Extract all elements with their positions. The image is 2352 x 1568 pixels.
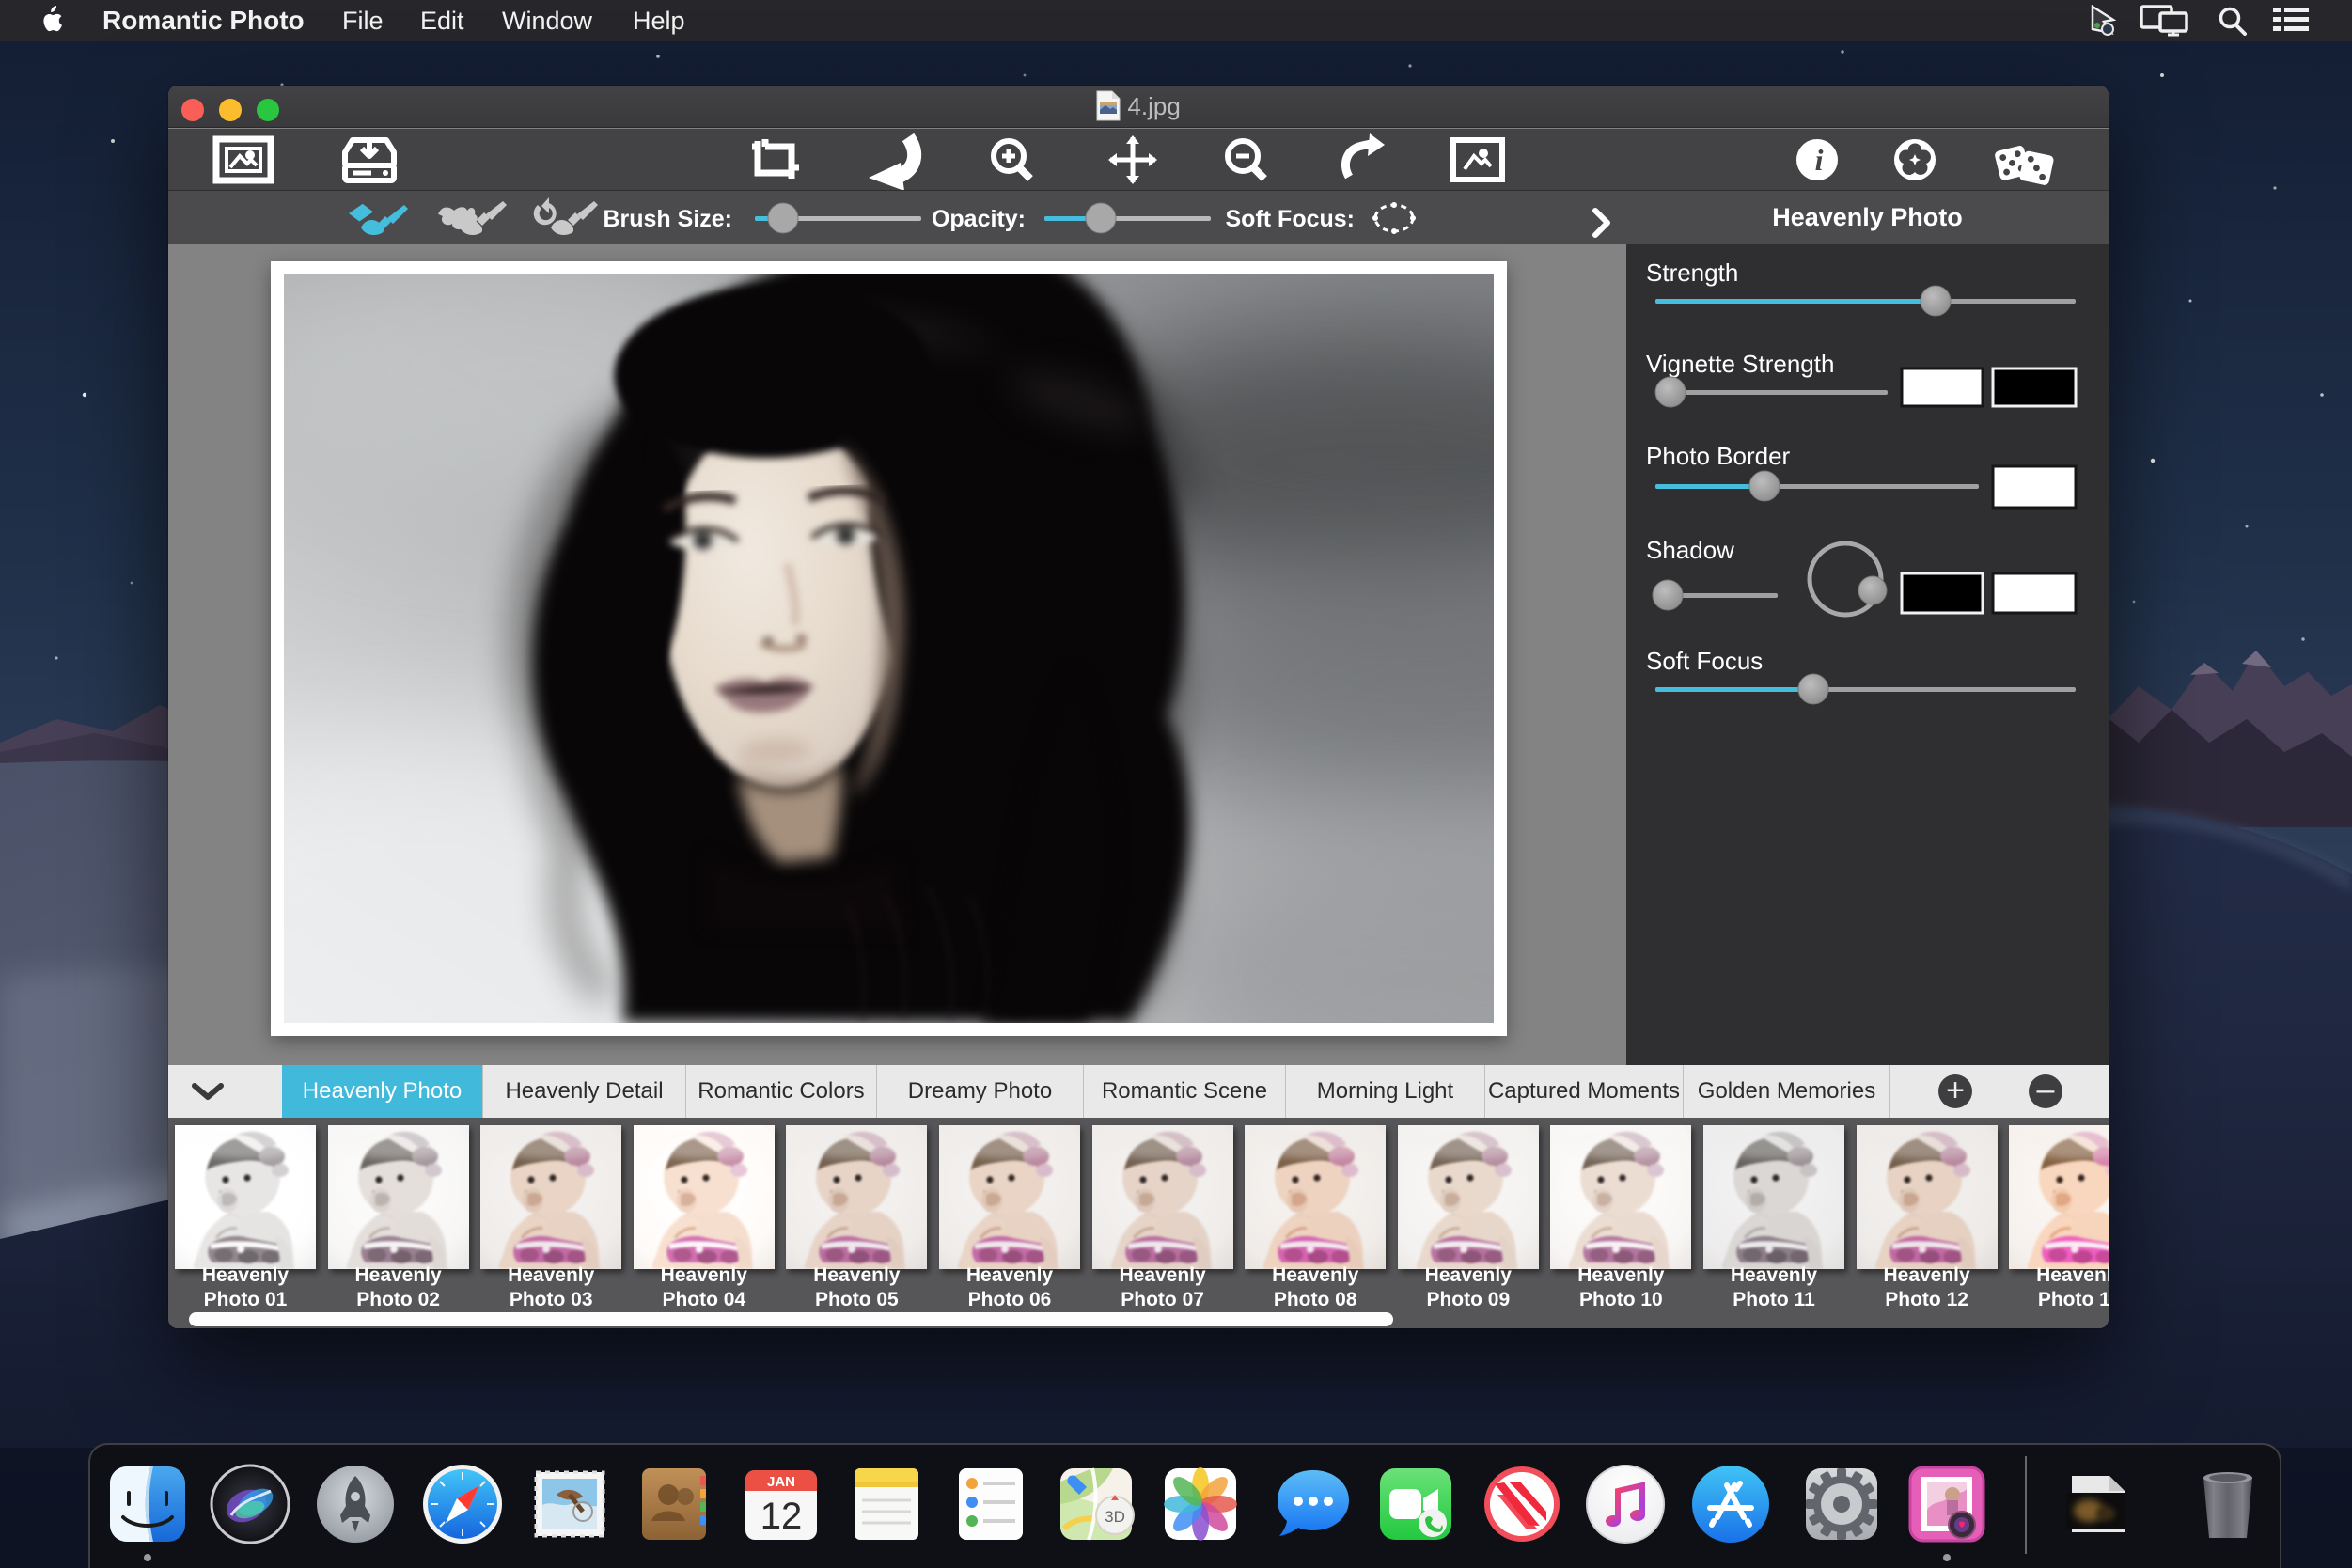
svg-text:3D: 3D [1105, 1508, 1125, 1526]
svg-text:Shadow: Shadow [1646, 536, 1734, 564]
svg-text:Photo Border: Photo Border [1646, 442, 1791, 470]
svg-text:Opacity:: Opacity: [932, 206, 1026, 232]
svg-text:Vignette Strength: Vignette Strength [1646, 350, 1834, 378]
svg-text:Soft Focus:: Soft Focus: [1226, 206, 1356, 232]
svg-text:12: 12 [760, 1496, 803, 1537]
svg-text:i: i [1815, 143, 1824, 177]
svg-text:Soft Focus: Soft Focus [1646, 647, 1763, 675]
svg-text:JAN: JAN [767, 1474, 795, 1490]
svg-text:Strength: Strength [1646, 259, 1738, 287]
svg-text:Brush Size:: Brush Size: [603, 206, 732, 232]
